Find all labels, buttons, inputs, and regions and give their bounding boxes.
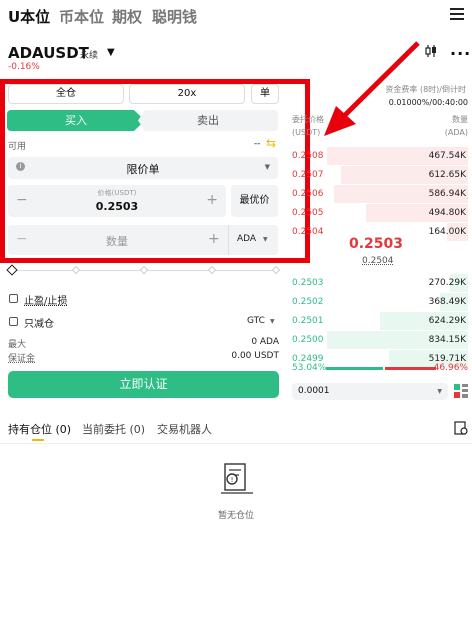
tab-smart-money[interactable]: 聪明钱 <box>152 6 197 27</box>
order-quantity: 586.94K <box>428 189 466 199</box>
sell-tab[interactable]: 卖出 <box>138 110 278 131</box>
tab-coin-margined[interactable]: 币本位 <box>59 6 104 27</box>
ask-row[interactable]: 0.2507 612.65K <box>292 166 468 184</box>
order-price: 0.2503 <box>292 278 324 288</box>
annotation-arrow <box>324 41 420 136</box>
ask-row[interactable]: 0.2506 586.94K <box>292 185 468 203</box>
divider <box>228 225 229 255</box>
tick-size-value: 0.0001 <box>298 386 330 396</box>
reduce-only-checkbox[interactable] <box>9 317 18 326</box>
order-price: 0.2502 <box>292 297 324 307</box>
quantity-input[interactable]: − 数量 + ADA ▼ <box>8 225 278 255</box>
increase-icon[interactable]: + <box>208 231 220 247</box>
chevron-down-icon[interactable]: ▼ <box>107 47 115 58</box>
tab-trading-bots[interactable]: 交易机器人 <box>157 421 212 437</box>
margin-label: 保证金 <box>8 354 36 364</box>
order-quantity: 467.54K <box>428 151 466 161</box>
available-value: -- <box>254 139 261 149</box>
order-price: 0.2507 <box>292 170 324 180</box>
price-label: 价格(USDT) <box>97 189 137 197</box>
max-value: 0 ADA <box>251 337 279 347</box>
empty-state-text: 暂无仓位 <box>217 511 254 521</box>
tab-open-orders[interactable]: 当前委托 (0) <box>82 421 145 437</box>
tab-u-margined[interactable]: U本位 <box>8 6 50 27</box>
max-label: 最大 <box>8 340 27 350</box>
bid-row[interactable]: 0.2500 834.15K <box>292 331 468 349</box>
chevron-down-icon: ▼ <box>264 163 270 171</box>
mark-price: 0.2504 <box>362 256 394 266</box>
empty-document-icon: ! <box>221 463 253 494</box>
price-value[interactable]: 0.2503 <box>8 200 226 213</box>
order-quantity: 624.29K <box>428 316 466 326</box>
instrument-symbol[interactable]: ADAUSDT <box>8 44 89 62</box>
chevron-down-icon: ▼ <box>263 236 268 243</box>
tp-sl-label[interactable]: 止盈/止损 <box>24 292 67 307</box>
buy-sell-ratio-bar <box>326 367 436 370</box>
last-price: 0.2503 <box>348 236 404 252</box>
menu-icon[interactable] <box>450 8 464 20</box>
order-quantity: 834.15K <box>428 335 466 345</box>
tab-options[interactable]: 期权 <box>112 6 142 27</box>
ask-row[interactable]: 0.2508 467.54K <box>292 147 468 165</box>
order-price: 0.2500 <box>292 335 324 345</box>
top-nav: U本位 币本位 期权 聪明钱 <box>0 0 472 32</box>
buy-ratio: 53.04% <box>292 363 327 373</box>
leverage-slider[interactable] <box>6 264 281 277</box>
tick-size-select[interactable]: 0.0001 ▼ <box>292 383 448 400</box>
buy-tab[interactable]: 买入 <box>7 110 145 131</box>
verify-button[interactable]: 立即认证 <box>8 371 279 398</box>
reduce-only-label[interactable]: 只减仓 <box>24 315 54 330</box>
best-price-button[interactable]: 最优价 <box>231 185 278 217</box>
quantity-unit[interactable]: ADA <box>237 234 256 244</box>
transfer-icon[interactable]: ⇆ <box>266 136 276 150</box>
price-change: -0.16% <box>8 62 40 72</box>
position-mode-button[interactable]: 单 <box>251 84 279 104</box>
price-input[interactable]: − 价格(USDT) 0.2503 + <box>8 185 226 217</box>
increase-icon[interactable]: + <box>206 192 218 208</box>
tif-select[interactable]: GTC <box>247 316 265 326</box>
margin-mode-button[interactable]: 全仓 <box>8 84 124 104</box>
perpetual-badge: 永续 <box>80 51 99 61</box>
order-price: 0.2506 <box>292 189 324 199</box>
more-icon[interactable]: ··· <box>450 44 471 63</box>
svg-text:!: ! <box>231 476 234 484</box>
chevron-down-icon: ▼ <box>270 318 275 325</box>
order-type-label: 限价单 <box>126 163 160 176</box>
order-price: 0.2501 <box>292 316 324 326</box>
divider <box>0 443 472 444</box>
chevron-down-icon: ▼ <box>437 388 442 395</box>
leverage-button[interactable]: 20x <box>129 84 245 104</box>
bid-row[interactable]: 0.2502 368.49K <box>292 293 468 311</box>
order-history-icon[interactable] <box>454 421 468 435</box>
order-quantity: 270.29K <box>428 278 466 288</box>
quantity-placeholder: 数量 <box>106 235 128 248</box>
order-quantity: 612.65K <box>428 170 466 180</box>
order-price: 0.2505 <box>292 208 324 218</box>
tp-sl-checkbox[interactable] <box>9 294 18 303</box>
margin-value: 0.00 USDT <box>231 351 279 361</box>
tab-positions[interactable]: 持有仓位 (0) <box>8 421 71 437</box>
qty-header-unit: (ADA) <box>444 128 468 137</box>
available-label: 可用 <box>8 142 27 152</box>
order-price: 0.2508 <box>292 151 324 161</box>
order-quantity: 494.80K <box>428 208 466 218</box>
qty-header: 数量 <box>452 115 468 124</box>
sell-ratio: 46.96% <box>433 363 468 373</box>
bid-row[interactable]: 0.2501 624.29K <box>292 312 468 330</box>
order-type-select[interactable]: i 限价单 ▼ <box>8 157 278 179</box>
ask-row[interactable]: 0.2505 494.80K <box>292 204 468 222</box>
bid-row[interactable]: 0.2503 270.29K <box>292 274 468 292</box>
order-quantity: 368.49K <box>428 297 466 307</box>
orderbook-layout-icon[interactable] <box>454 384 468 398</box>
slider-handle[interactable] <box>6 264 18 276</box>
active-tab-indicator <box>32 439 44 441</box>
